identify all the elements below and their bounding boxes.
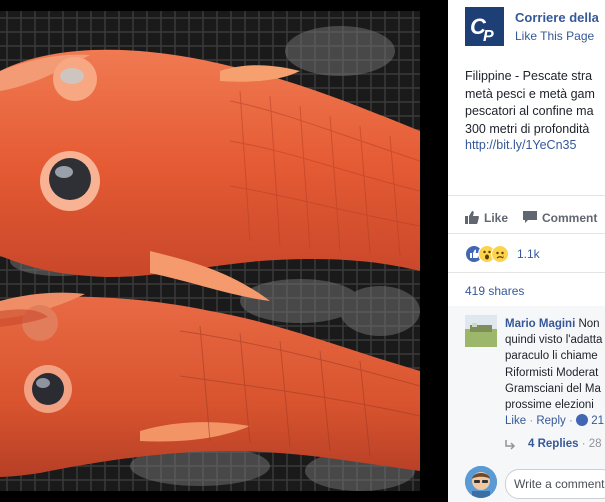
comment-separator: ·	[581, 438, 586, 450]
post-sidebar: C P Corriere della Like This Page · Fili…	[448, 0, 605, 502]
post-text: Filippine - Pescate stra metà pesci e me…	[465, 69, 595, 136]
comment-body: Mario Magini Non quindi visto l'adatta p…	[505, 316, 605, 413]
comment-reply-link[interactable]: Reply	[536, 415, 565, 427]
comment-like-icon	[576, 414, 589, 426]
commenter-avatar[interactable]	[465, 315, 497, 347]
page-logo[interactable]: C P	[465, 7, 504, 46]
photo-viewer	[0, 0, 448, 502]
post-link[interactable]: http://bit.ly/1YeCn35	[465, 138, 576, 152]
comment-actions: Like · Reply · 21	[505, 414, 604, 427]
comment-like-count[interactable]: 21	[591, 415, 604, 427]
comment-like-link[interactable]: Like	[505, 415, 526, 427]
like-button[interactable]: Like	[465, 211, 508, 225]
comment-text: quindi visto l'adatta paraculo li chiame…	[505, 334, 603, 412]
svg-text:P: P	[483, 28, 494, 45]
shares-link[interactable]: 419 shares	[465, 284, 524, 298]
divider	[448, 233, 605, 234]
divider	[448, 272, 605, 273]
comment-actions-separator: ·	[529, 415, 534, 427]
like-page-link[interactable]: Like This Page	[515, 29, 594, 43]
reply-arrow-icon	[505, 440, 516, 450]
reaction-count[interactable]: 1.1k	[517, 247, 540, 261]
post-header: C P Corriere della Like This Page ·	[465, 7, 605, 47]
page-name-link[interactable]: Corriere della	[515, 10, 599, 25]
comment-icon	[523, 211, 537, 223]
sad-icon	[491, 245, 509, 263]
divider	[448, 195, 605, 196]
comment-input-placeholder: Write a comment...	[514, 477, 605, 491]
post-photo[interactable]	[0, 11, 420, 491]
view-replies-link[interactable]: 4 Replies · 28	[528, 438, 602, 450]
replies-label: 4 Replies	[528, 438, 579, 450]
comment-button[interactable]: Comment	[523, 211, 597, 225]
thumbs-up-icon	[465, 211, 479, 224]
reply-time: 28	[588, 438, 602, 450]
comment-text-first: Non	[575, 318, 600, 330]
comment-input[interactable]: Write a comment...	[505, 469, 605, 499]
comment-button-label: Comment	[542, 211, 598, 225]
user-avatar	[465, 466, 497, 498]
like-button-label: Like	[484, 211, 509, 225]
comment-author[interactable]: Mario Magini	[505, 318, 575, 330]
comment-actions-separator: ·	[568, 415, 573, 427]
